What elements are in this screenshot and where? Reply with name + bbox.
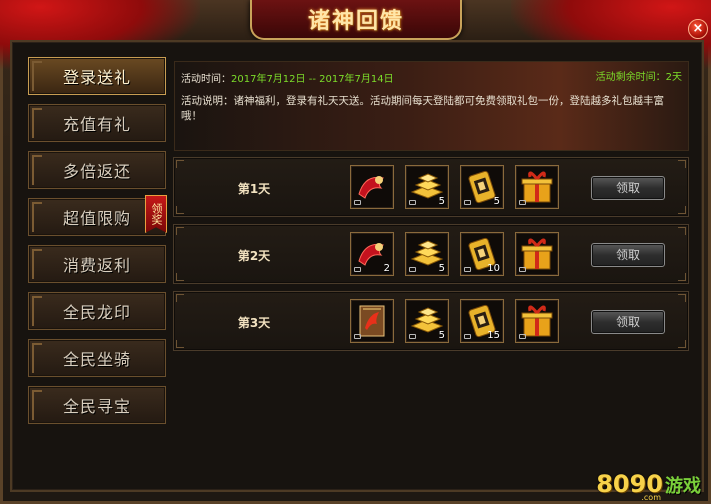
day-label: 第2天 — [237, 249, 271, 263]
gold-bars-icon[interactable]: 5 — [405, 165, 449, 209]
sidebar-item-label: 超值限购 — [62, 209, 131, 228]
gold-scroll-icon[interactable]: 10 — [460, 232, 504, 276]
close-button[interactable]: × — [688, 19, 708, 39]
claim-button[interactable]: 领取 — [591, 310, 665, 334]
gold-bars-icon[interactable]: 5 — [405, 232, 449, 276]
sidebar-item-label: 充值有礼 — [62, 115, 131, 134]
watermark-domain: .com — [641, 493, 661, 502]
red-jewel-icon[interactable] — [350, 165, 394, 209]
activity-remaining: 活动剩余时间：2天 — [596, 68, 682, 83]
claim-button[interactable]: 领取 — [591, 243, 665, 267]
sidebar-item-label: 多倍返还 — [62, 162, 131, 181]
site-watermark: 8090 游戏 .com — [596, 470, 701, 502]
activity-time-range: 2017年7月12日 -- 2017年7月14日 — [231, 74, 394, 85]
gift-box-icon[interactable] — [515, 299, 559, 343]
day-label: 第3天 — [237, 316, 271, 330]
item-notch — [32, 296, 42, 326]
spell-book-icon[interactable] — [350, 299, 394, 343]
sidebar-item-treasure-hunt[interactable]: 全民寻宝 — [28, 386, 166, 424]
sidebar-item-login-gift[interactable]: 登录送礼 — [28, 57, 166, 95]
sidebar-item-label: 全民坐骑 — [62, 350, 131, 369]
sidebar-item-limited-sale[interactable]: 超值限购 领奖 — [28, 195, 167, 236]
reward-row: 第2天 2 5 10 领取 — [173, 224, 689, 284]
activity-info-panel: 活动时间：2017年7月12日 -- 2017年7月14日 活动剩余时间：2天 … — [174, 61, 689, 151]
sidebar-item-mount[interactable]: 全民坐骑 — [28, 339, 166, 377]
gift-box-icon[interactable] — [515, 165, 559, 209]
ribbon-label: 领奖 — [150, 203, 163, 225]
gold-scroll-icon[interactable]: 15 — [460, 299, 504, 343]
window-title: 诸神回馈 — [307, 9, 404, 34]
reward-ribbon-badge: 领奖 — [145, 195, 167, 233]
remaining-value: 2天 — [665, 72, 682, 83]
watermark-text: 游戏 — [665, 476, 701, 497]
reward-row: 第1天 5 5 领取 — [173, 157, 689, 217]
activity-description: 活动说明：诸神福利，登录有礼天天送。活动期间每天登陆都可免费领取礼包一份，登陆越… — [181, 95, 664, 122]
activity-time: 活动时间：2017年7月12日 -- 2017年7月14日 — [181, 70, 394, 85]
item-notch — [32, 343, 42, 373]
sidebar-item-recharge-gift[interactable]: 充值有礼 — [28, 104, 166, 142]
item-notch — [32, 390, 42, 420]
sidebar-item-label: 全民龙印 — [62, 303, 131, 322]
sidebar-item-label: 消费返利 — [62, 256, 131, 275]
sidebar-item-multi-return[interactable]: 多倍返还 — [28, 151, 166, 189]
gold-bars-icon[interactable]: 5 — [405, 299, 449, 343]
sidebar: 登录送礼 充值有礼 多倍返还 超值限购 领奖 消费返利 全民龙印 全民坐骑 全民… — [28, 57, 170, 437]
sidebar-item-label: 全民寻宝 — [62, 397, 131, 416]
title-plate: 诸神回馈 — [250, 0, 462, 40]
item-notch — [32, 108, 42, 138]
gold-scroll-icon[interactable]: 5 — [460, 165, 504, 209]
item-notch — [32, 155, 42, 185]
sidebar-item-label: 登录送礼 — [62, 68, 131, 87]
activity-time-label: 活动时间： — [181, 74, 231, 85]
item-notch — [32, 61, 42, 91]
gift-box-icon[interactable] — [515, 232, 559, 276]
reward-row: 第3天 5 15 领取 — [173, 291, 689, 351]
claim-button[interactable]: 领取 — [591, 176, 665, 200]
red-jewel-icon[interactable]: 2 — [350, 232, 394, 276]
sidebar-item-spend-rebate[interactable]: 消费返利 — [28, 245, 166, 283]
item-notch — [32, 249, 42, 279]
sidebar-item-dragon-seal[interactable]: 全民龙印 — [28, 292, 166, 330]
item-notch — [32, 202, 42, 232]
remaining-label: 活动剩余时间： — [595, 72, 666, 83]
day-label: 第1天 — [237, 182, 271, 196]
